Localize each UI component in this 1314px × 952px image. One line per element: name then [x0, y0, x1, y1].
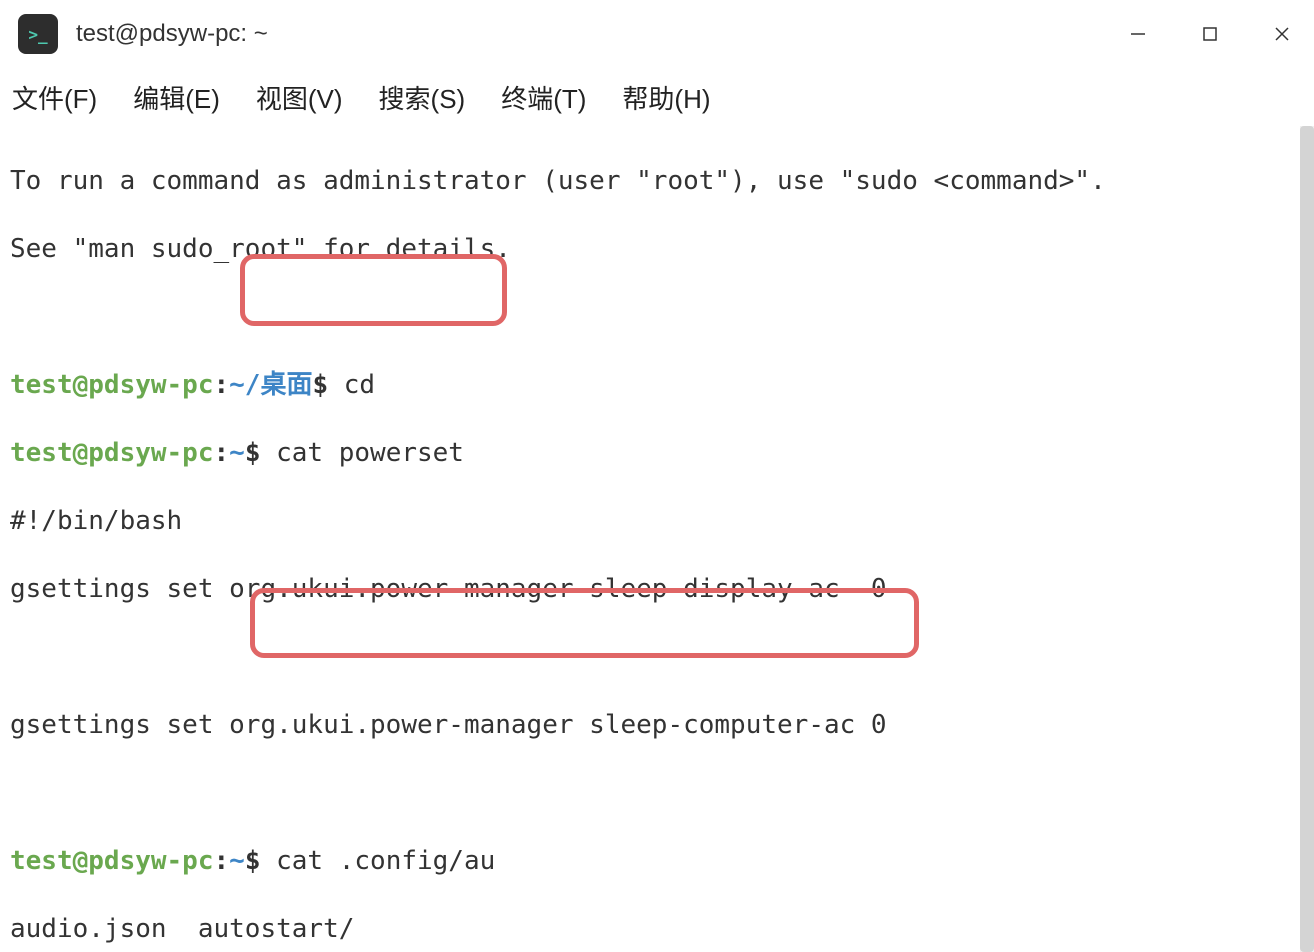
maximize-button[interactable] — [1182, 10, 1238, 58]
command-text: cd — [328, 370, 375, 400]
output-line: To run a command as administrator (user … — [10, 164, 1304, 198]
terminal-content[interactable]: To run a command as administrator (user … — [0, 126, 1314, 952]
minimize-icon — [1129, 25, 1147, 43]
command-text: cat powerset — [260, 438, 464, 468]
menu-search[interactable]: 搜索(S) — [379, 79, 466, 116]
command-text: cat .config/au — [260, 846, 495, 876]
prompt-line: test@pdsyw-pc:~$ cat powerset — [10, 436, 1304, 470]
output-line: See "man sudo_root" for details. — [10, 232, 1304, 266]
menu-file[interactable]: 文件(F) — [12, 79, 97, 116]
close-button[interactable] — [1254, 10, 1310, 58]
window-title: test@pdsyw-pc: ~ — [76, 20, 268, 48]
menu-terminal[interactable]: 终端(T) — [501, 79, 586, 116]
prompt-dollar: $ — [312, 370, 328, 400]
blank-line — [10, 776, 1304, 810]
prompt-path: ~/桌面 — [229, 370, 312, 400]
window-controls — [1110, 10, 1310, 58]
prompt-dollar: $ — [245, 438, 261, 468]
prompt-line: test@pdsyw-pc:~/桌面$ cd — [10, 368, 1304, 402]
output-line: gsettings set org.ukui.power-manager sle… — [10, 572, 1304, 606]
menubar: 文件(F) 编辑(E) 视图(V) 搜索(S) 终端(T) 帮助(H) — [0, 68, 1314, 126]
menu-edit[interactable]: 编辑(E) — [133, 79, 220, 116]
minimize-button[interactable] — [1110, 10, 1166, 58]
prompt-colon: : — [214, 370, 230, 400]
terminal-app-icon: >_ — [18, 14, 58, 54]
blank-line — [10, 640, 1304, 674]
prompt-path: ~ — [229, 846, 245, 876]
titlebar: >_ test@pdsyw-pc: ~ — [0, 0, 1314, 68]
blank-line — [10, 300, 1304, 334]
prompt-userhost: test@pdsyw-pc — [10, 438, 214, 468]
maximize-icon — [1201, 25, 1219, 43]
output-line: gsettings set org.ukui.power-manager sle… — [10, 708, 1304, 742]
menu-help[interactable]: 帮助(H) — [622, 79, 710, 116]
scrollbar-thumb[interactable] — [1300, 126, 1314, 952]
output-line: audio.json autostart/ — [10, 912, 1304, 946]
prompt-dollar: $ — [245, 846, 261, 876]
prompt-userhost: test@pdsyw-pc — [10, 370, 214, 400]
scrollbar[interactable] — [1300, 126, 1314, 952]
prompt-path: ~ — [229, 438, 245, 468]
terminal-icon-glyph: >_ — [28, 25, 47, 44]
prompt-colon: : — [214, 846, 230, 876]
prompt-colon: : — [214, 438, 230, 468]
close-icon — [1272, 24, 1292, 44]
menu-view[interactable]: 视图(V) — [256, 79, 343, 116]
prompt-line: test@pdsyw-pc:~$ cat .config/au — [10, 844, 1304, 878]
output-line: #!/bin/bash — [10, 504, 1304, 538]
prompt-userhost: test@pdsyw-pc — [10, 846, 214, 876]
